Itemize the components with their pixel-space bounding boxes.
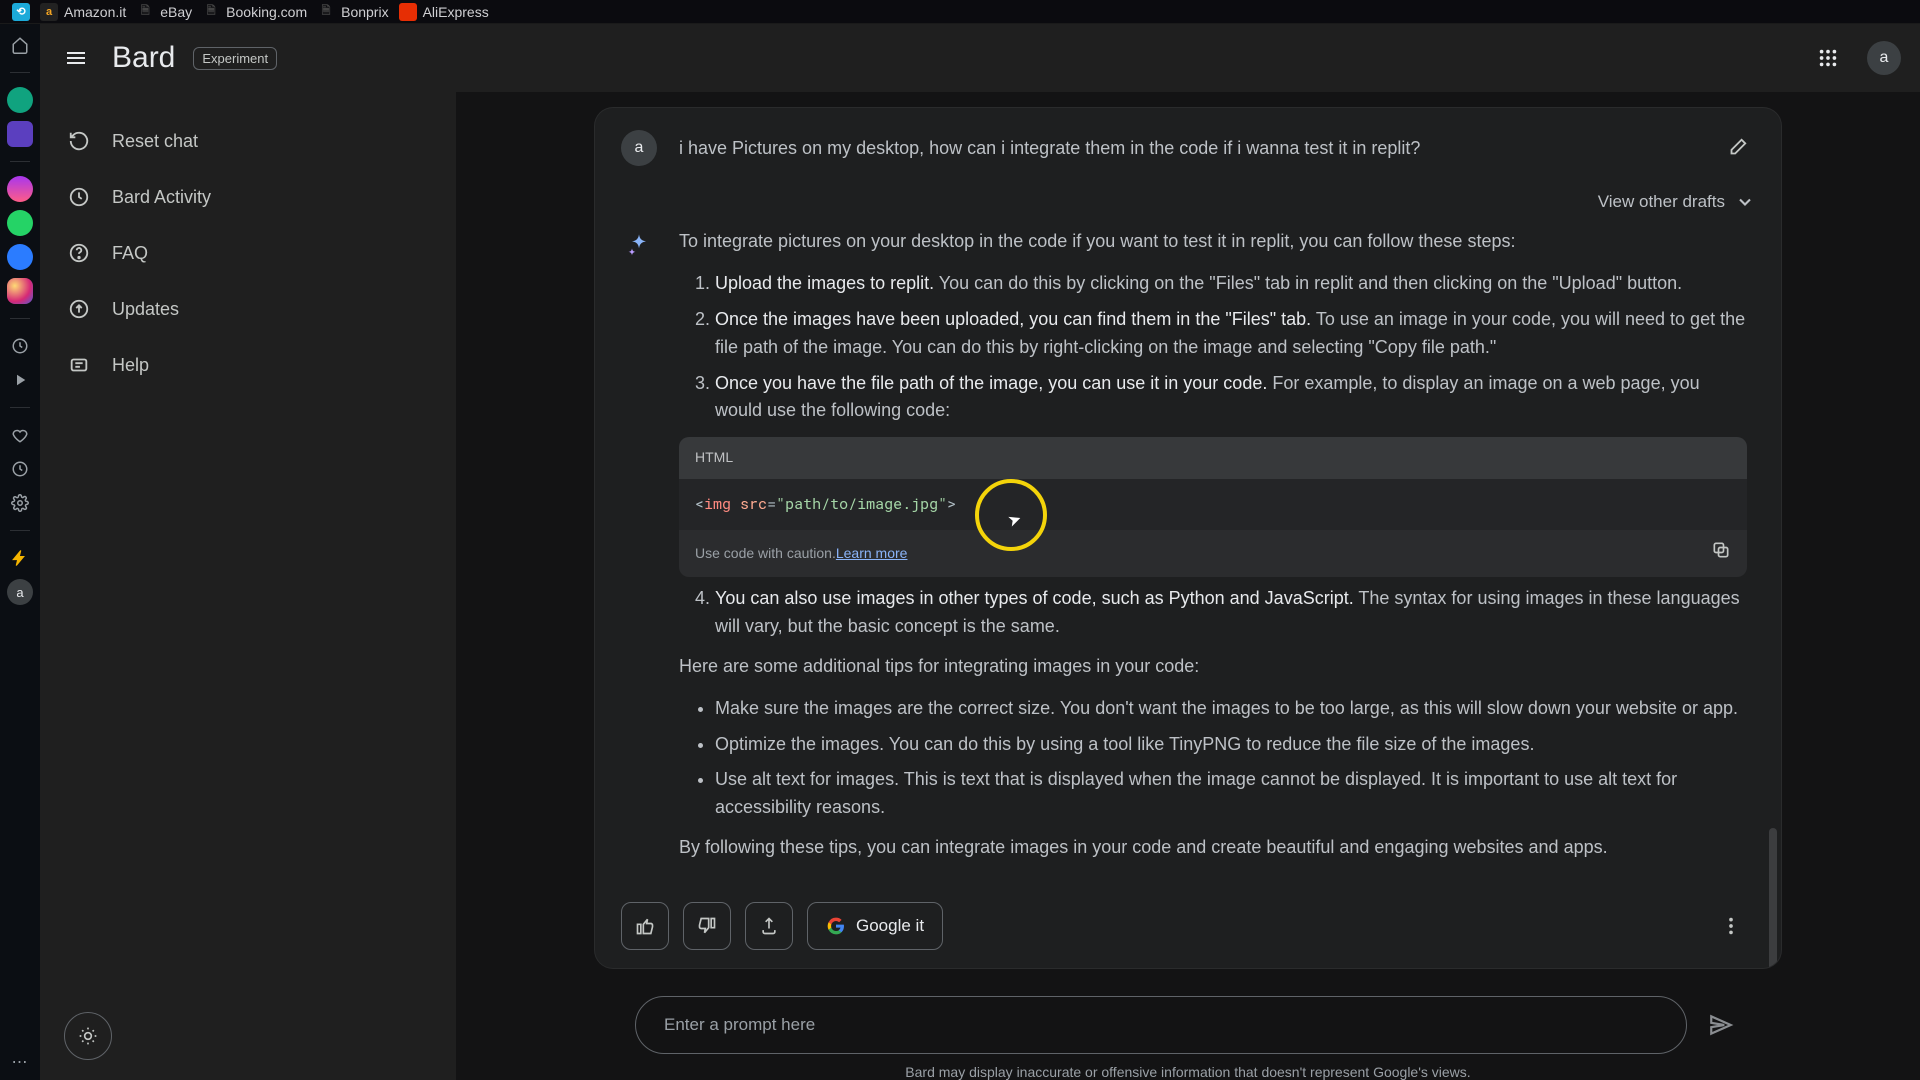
app-header: Bard Experiment a xyxy=(40,24,1920,92)
dock-app-icon[interactable] xyxy=(7,278,33,304)
dock-app-icon[interactable] xyxy=(7,32,33,58)
sidebar-item-label: FAQ xyxy=(112,243,148,264)
dock-app-icon[interactable] xyxy=(7,367,33,393)
google-apps-button[interactable] xyxy=(1808,38,1848,78)
prompt-input[interactable] xyxy=(664,1015,1658,1035)
prompt-input-container[interactable] xyxy=(635,996,1687,1054)
learn-more-link[interactable]: Learn more xyxy=(836,543,908,565)
experiment-badge: Experiment xyxy=(193,47,277,70)
view-other-drafts-label: View other drafts xyxy=(1598,192,1725,212)
bookmark-item[interactable]: ⟲ xyxy=(12,3,30,21)
theme-toggle-button[interactable] xyxy=(64,1012,112,1060)
sidebar-item-faq[interactable]: FAQ xyxy=(48,228,448,278)
dock-app-icon[interactable] xyxy=(7,456,33,482)
thumbs-down-button[interactable] xyxy=(683,902,731,950)
bard-avatar-icon xyxy=(621,228,657,264)
dock-app-icon[interactable] xyxy=(7,333,33,359)
disclaimer-text: Bard may display inaccurate or offensive… xyxy=(905,1064,1470,1080)
scrollbar-thumb[interactable] xyxy=(1769,828,1777,968)
dock-app-icon[interactable] xyxy=(7,490,33,516)
sidebar-item-label: Reset chat xyxy=(112,131,198,152)
thumbs-up-button[interactable] xyxy=(621,902,669,950)
sidebar-item-help[interactable]: Help xyxy=(48,340,448,390)
app-title: Bard xyxy=(112,41,175,75)
dock-app-icon[interactable] xyxy=(7,121,33,147)
edit-prompt-button[interactable] xyxy=(1719,130,1755,166)
sidebar-item-activity[interactable]: Bard Activity xyxy=(48,172,448,222)
send-button[interactable] xyxy=(1701,1005,1741,1045)
nav-sidebar: Reset chat Bard Activity FAQ Updates Hel… xyxy=(40,92,456,1080)
bookmark-label: Booking.com xyxy=(226,4,307,20)
user-message: i have Pictures on my desktop, how can i… xyxy=(679,135,1697,161)
bookmark-label: Bonprix xyxy=(341,4,388,20)
code-language-label: HTML xyxy=(679,437,1747,479)
bookmark-label: AliExpress xyxy=(423,4,489,20)
sidebar-item-updates[interactable]: Updates xyxy=(48,284,448,334)
browser-bookmarks-bar: ⟲ aAmazon.it 🗎eBay 🗎Booking.com 🗎Bonprix… xyxy=(0,0,1920,24)
dock-app-icon[interactable] xyxy=(7,422,33,448)
user-avatar: a xyxy=(621,130,657,166)
dock-app-icon[interactable] xyxy=(7,87,33,113)
sidebar-item-label: Updates xyxy=(112,299,179,320)
sidebar-item-label: Help xyxy=(112,355,149,376)
chevron-down-icon xyxy=(1735,192,1755,212)
conversation-thread: a i have Pictures on my desktop, how can… xyxy=(595,108,1781,968)
google-it-label: Google it xyxy=(856,916,924,936)
view-other-drafts-button[interactable]: View other drafts xyxy=(1598,192,1755,212)
google-g-icon xyxy=(826,916,846,936)
sidebar-dock: a ⋯ xyxy=(0,24,40,1080)
bookmark-item[interactable]: AliExpress xyxy=(399,3,489,21)
sidebar-item-label: Bard Activity xyxy=(112,187,211,208)
dock-app-icon[interactable] xyxy=(7,244,33,270)
dock-more-icon[interactable]: ⋯ xyxy=(0,1052,40,1072)
sidebar-item-reset-chat[interactable]: Reset chat xyxy=(48,116,448,166)
code-caution-text: Use code with caution. xyxy=(695,543,836,565)
menu-button[interactable] xyxy=(56,38,96,78)
code-block: HTML <img src="path/to/image.jpg"> Use c… xyxy=(679,437,1747,577)
google-it-button[interactable]: Google it xyxy=(807,902,943,950)
code-content: <img src="path/to/image.jpg"> xyxy=(679,479,1747,530)
bookmark-label: Amazon.it xyxy=(64,4,126,20)
bookmark-label: eBay xyxy=(160,4,192,20)
assistant-response: To integrate pictures on your desktop in… xyxy=(679,228,1747,876)
profile-avatar[interactable]: a xyxy=(1864,38,1904,78)
share-button[interactable] xyxy=(745,902,793,950)
bookmark-item[interactable]: 🗎eBay xyxy=(136,3,192,21)
bookmark-item[interactable]: 🗎Bonprix xyxy=(317,3,388,21)
dock-app-icon[interactable] xyxy=(7,545,33,571)
dock-app-icon[interactable] xyxy=(7,176,33,202)
copy-code-button[interactable] xyxy=(1711,540,1731,567)
bookmark-item[interactable]: 🗎Booking.com xyxy=(202,3,307,21)
more-options-button[interactable] xyxy=(1707,902,1755,950)
dock-app-icon[interactable]: a xyxy=(7,579,33,605)
bookmark-item[interactable]: aAmazon.it xyxy=(40,3,126,21)
dock-app-icon[interactable] xyxy=(7,210,33,236)
